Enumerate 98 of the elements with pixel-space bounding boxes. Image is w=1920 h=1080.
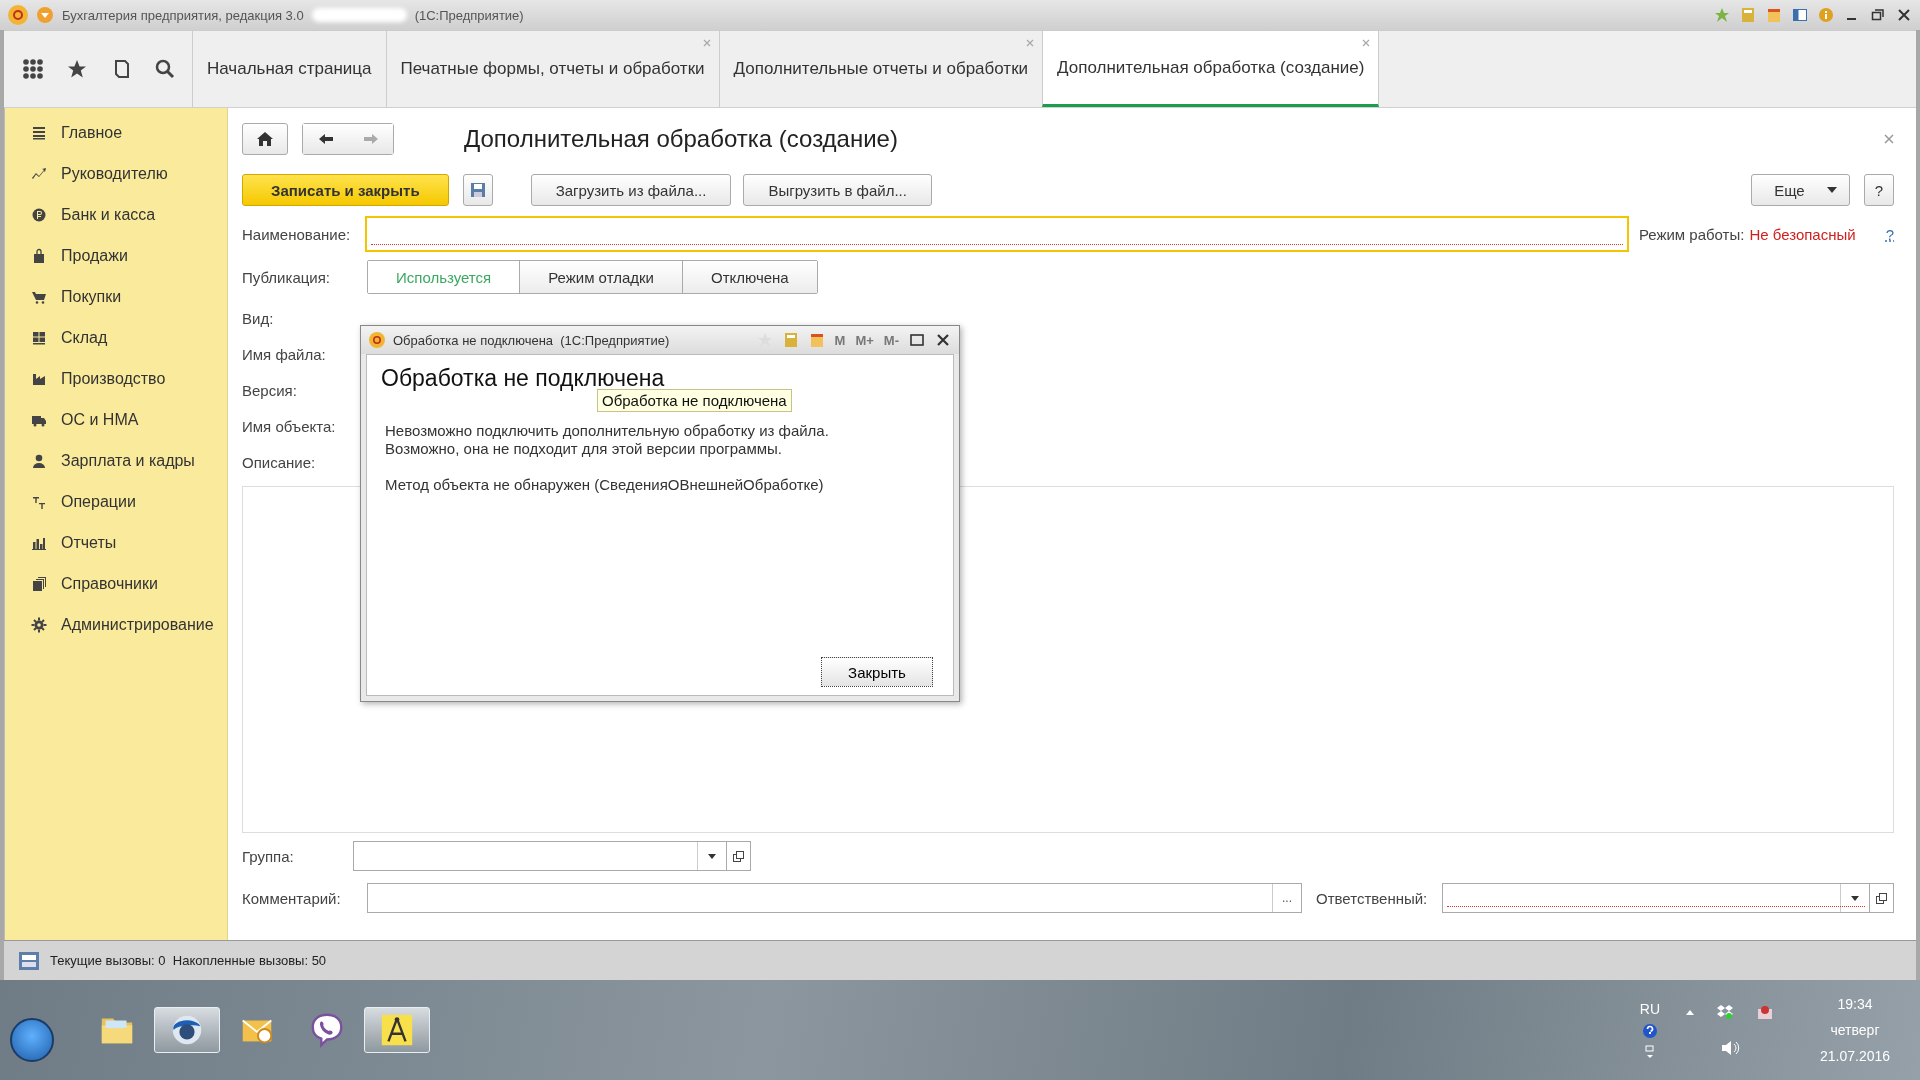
taskbar-app[interactable] [154,1007,220,1053]
sidebar-item[interactable]: Руководителю [61,164,168,183]
sidebar-item[interactable]: Банк и касса [61,205,156,224]
restore-icon[interactable] [1870,7,1886,23]
boxes-icon [31,329,47,346]
message-text: Невозможно подключить дополнительную обработку из файла. [385,422,830,440]
server-calls-icon [18,950,40,971]
caret-up-icon[interactable] [1686,1009,1694,1015]
sidebar-item[interactable]: Зарплата и кадры [61,451,195,470]
group-field[interactable] [353,841,727,871]
segment-button[interactable]: Отключена [681,261,817,293]
memory-button[interactable]: M [834,332,846,348]
calendar-icon[interactable] [808,332,825,348]
gear-icon [31,616,47,633]
segment-button[interactable]: Режим отладки [519,261,682,293]
field-label: Группа: [242,847,295,865]
caret-icon [1826,187,1837,193]
sidebar-item[interactable]: Продажи [61,246,128,265]
field-label: Ответственный: [1316,889,1429,907]
save-close-button[interactable]: Записать и закрыть [242,174,449,206]
sidebar-item[interactable]: Администрирование [61,615,214,634]
windows-icon [733,850,744,862]
sidebar-item[interactable]: Склад [61,328,108,347]
form-title: Дополнительная обработка (создание) [464,125,898,153]
dialog-heading: Обработка не подключена [381,365,666,392]
status-text: Текущие вызовы: 0 Накопленные вызовы: 50 [50,953,327,968]
save-button[interactable] [462,174,493,206]
person-icon [31,452,47,469]
home-button[interactable] [242,123,288,155]
search-icon[interactable] [154,58,176,80]
home-icon [256,131,274,147]
help-icon[interactable] [1641,1023,1658,1039]
maximize-icon[interactable] [909,332,925,348]
close-icon[interactable] [1896,7,1912,23]
memory-button[interactable]: M+ [855,332,874,348]
sidebar-item[interactable]: Главное [61,123,123,142]
action-button[interactable]: Выгрузить в файл... [743,174,932,206]
action-button[interactable]: Загрузить из файла... [530,174,732,206]
bag-icon [31,247,47,264]
sidebar-item[interactable]: ОС и НМА [61,410,139,429]
field-label: Описание: [242,453,316,471]
sidebar-item[interactable]: Покупки [61,287,122,306]
help-link[interactable]: ? [1885,225,1894,243]
caret-icon[interactable] [1851,895,1859,901]
menu-caret-icon[interactable] [36,6,54,24]
window-title: Бухгалтерия предприятия, редакция 3.0 [62,7,304,23]
back-button[interactable] [303,124,348,154]
error-detail: Метод объекта не обнаружен (СведенияОВнешнейОбработке) [385,476,825,494]
calculator-icon[interactable] [782,332,799,348]
dialog-title: Обработка не подключена (1С:Предприятие) [393,332,670,348]
documents-icon [31,575,47,592]
comment-field[interactable]: ... [367,883,1302,913]
help-button[interactable]: ? [1863,174,1894,206]
arrow-left-icon [317,133,334,145]
memory-button[interactable]: M- [883,332,899,348]
star-icon[interactable] [1714,7,1730,23]
field-label: Вид: [242,309,274,327]
field-label: Имя файла: [242,345,326,363]
open-button[interactable] [727,841,751,871]
close-button[interactable]: Закрыть [821,657,933,687]
windows-icon [1876,892,1887,904]
field-label: Публикация: [242,268,331,286]
tab[interactable]: Дополнительная обработка (создание) [1042,31,1380,107]
calendar-icon[interactable] [1766,7,1782,23]
field-label: Имя объекта: [242,417,336,435]
mode-value: Не безопасный [1749,225,1856,243]
app-logo-icon [369,332,385,348]
taskbar-app[interactable] [364,1007,430,1053]
panels-icon[interactable] [1792,7,1808,23]
message-text: Возможно, она не подходит для этой версии программы. [385,440,784,458]
more-button[interactable]: Еще [1751,174,1850,206]
start-button[interactable] [10,1018,54,1062]
apps-grid-icon[interactable] [22,58,44,80]
close-icon[interactable] [935,332,951,348]
field-label: Наименование: [242,225,352,243]
sidebar-item[interactable]: Операции [61,492,136,511]
field-label: Версия: [242,381,297,399]
sidebar-item[interactable]: Справочники [61,574,158,593]
calculator-icon[interactable] [1740,7,1756,23]
name-field[interactable] [365,216,1629,252]
arrow-right-icon [362,133,379,145]
responsible-field[interactable] [1442,883,1870,913]
sidebar-item[interactable]: Отчеты [61,533,117,552]
tray-app-icon[interactable] [1756,1004,1774,1020]
field-label: Комментарий: [242,889,342,907]
info-icon[interactable] [1818,7,1834,23]
open-button[interactable] [1870,883,1894,913]
window-title-suffix: (1С:Предприятие) [414,7,524,23]
dropbox-icon[interactable] [1716,1004,1734,1020]
app-logo-icon [8,5,28,25]
caret-icon[interactable] [708,853,716,859]
mode-label: Режим работы: [1638,225,1745,243]
speaker-icon[interactable] [1720,1040,1740,1056]
sidebar-item[interactable]: Производство [61,369,166,388]
ruble-coin-icon [31,206,47,223]
tooltip: Обработка не подключена [597,389,792,412]
star-icon[interactable] [66,58,88,80]
list-icon [31,124,47,141]
